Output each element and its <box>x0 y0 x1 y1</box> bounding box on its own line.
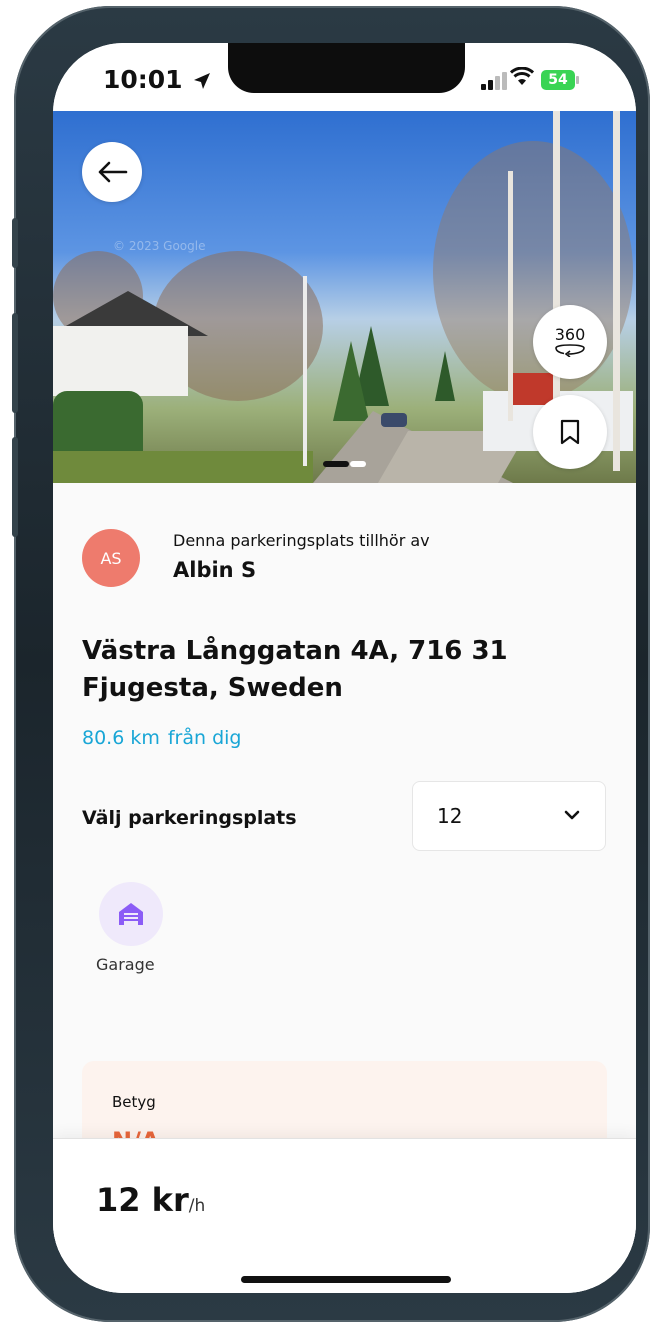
arrow-left-icon <box>98 161 128 183</box>
mute-switch <box>12 218 18 268</box>
location-arrow-icon <box>194 73 211 89</box>
distance-suffix: från dig <box>167 727 242 749</box>
photo-tree <box>433 141 633 401</box>
pager-dot-active[interactable] <box>323 461 349 467</box>
photo-birch <box>613 111 620 471</box>
photo-house <box>53 326 188 396</box>
price: 12 kr/h <box>96 1181 205 1219</box>
price-unit: /h <box>188 1196 206 1216</box>
photo-hedge <box>53 391 143 456</box>
back-button[interactable] <box>82 142 142 202</box>
pager-dot[interactable] <box>350 461 366 467</box>
price-bottom-bar: 12 kr/h <box>53 1138 636 1293</box>
owner-name[interactable]: Albin S <box>173 558 256 582</box>
photo-red-house <box>508 373 553 405</box>
owner-label: Denna parkeringsplats tillhör av <box>173 531 430 550</box>
app-screen: 10:01 54 © 2023 Google 360 AS Denna park… <box>53 43 636 1293</box>
price-amount: 12 kr <box>96 1181 189 1219</box>
photo-birch <box>508 171 513 421</box>
spot-select-label: Välj parkeringsplats <box>82 807 297 829</box>
spot-select-value: 12 <box>437 804 463 828</box>
spot-select-dropdown[interactable]: 12 <box>412 781 606 851</box>
home-indicator[interactable] <box>241 1276 451 1283</box>
view-360-button[interactable]: 360 <box>533 305 607 379</box>
status-time: 10:01 <box>103 65 211 94</box>
owner-avatar[interactable]: AS <box>82 529 140 587</box>
rotate-360-icon <box>555 344 585 357</box>
feature-garage-label: Garage <box>96 955 155 974</box>
status-bar: 10:01 54 <box>53 43 636 111</box>
photo-car <box>381 413 407 427</box>
save-bookmark-button[interactable] <box>533 395 607 469</box>
distance-text: 80.6 km från dig <box>82 727 241 749</box>
listing-address: Västra Långgatan 4A, 716 31 Fjugesta, Sw… <box>82 636 508 703</box>
photo-pager[interactable] <box>323 452 366 471</box>
feature-garage-badge <box>99 882 163 946</box>
photo-grass <box>53 451 313 483</box>
status-time-text: 10:01 <box>103 65 183 94</box>
notch <box>228 43 465 93</box>
photo-watermark: © 2023 Google <box>113 239 206 253</box>
rating-title: Betyg <box>112 1093 156 1111</box>
view-360-label: 360 <box>554 325 586 344</box>
photo-pine <box>435 351 455 401</box>
garage-icon <box>119 903 143 925</box>
chevron-down-icon <box>564 810 580 820</box>
battery-icon: 54 <box>541 70 579 90</box>
volume-up-button <box>12 313 18 413</box>
volume-down-button <box>12 437 18 537</box>
photo-street-lamp <box>303 276 307 466</box>
wifi-icon <box>510 67 534 85</box>
photo-pine <box>333 341 369 421</box>
distance-value: 80.6 km <box>82 727 160 749</box>
bookmark-icon <box>560 419 580 445</box>
cellular-signal-icon <box>481 71 509 90</box>
